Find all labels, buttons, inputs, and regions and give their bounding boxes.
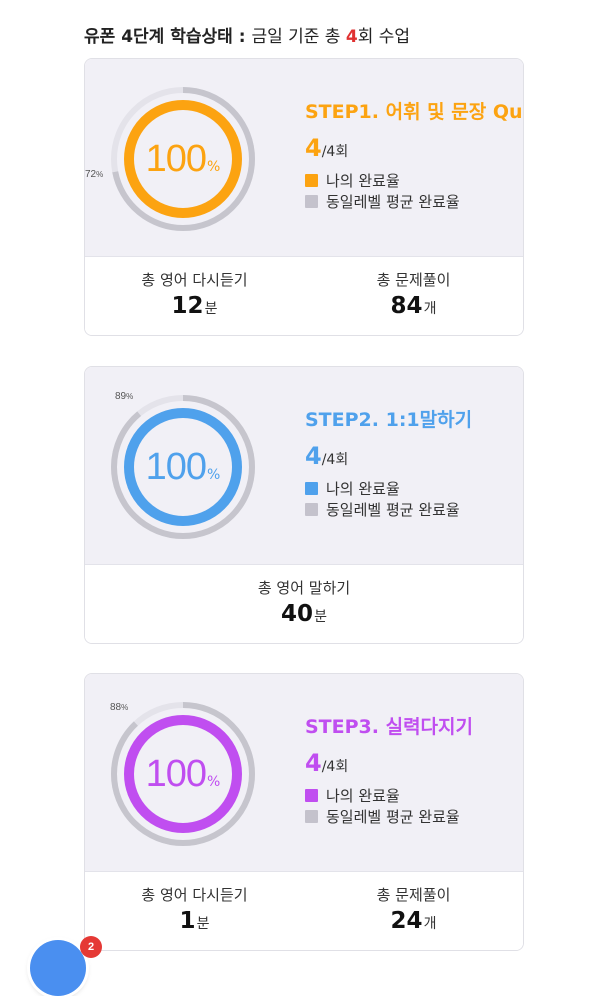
legend-my-rate: 나의 완료율 [305,170,523,191]
stat-value: 12 [171,293,204,319]
lesson-progress: 4/4회 [305,134,523,162]
peer-percent-label: 72% [85,169,103,180]
stat-unit: 개 [423,301,437,317]
stat-label: 총 문제풀이 [376,886,451,904]
legend-swatch-my [305,482,318,495]
legend: 나의 완료율 동일레벨 평균 완료율 [305,785,473,827]
stat-label: 총 문제풀이 [376,271,451,289]
peer-percent-value: 72 [85,169,97,180]
completion-donut: 100% [109,700,257,848]
stat-label: 총 영어 다시듣기 [141,886,248,904]
my-percent-value: 100 [145,752,207,795]
stat-label: 총 영어 다시듣기 [141,271,248,289]
step-card-3: 100% 88% STEP3. 실력다지기 4/4회 나의 완료율 동일레벨 평… [84,673,524,951]
my-percent-unit: % [207,774,221,790]
legend-swatch-my [305,174,318,187]
step-card-stats: 총 영어 말하기 40분 [85,565,523,643]
step-card-1: 100% 72% STEP1. 어휘 및 문장 Quiz 4/4회 나의 완료율… [84,58,524,336]
legend-peer-label: 동일레벨 평균 완료율 [326,193,460,211]
peer-percent-label: 88% [110,702,128,713]
lessons-total: /4회 [321,452,349,468]
stat-value-line: 1분 [85,908,304,934]
lessons-total: /4회 [321,759,349,775]
step-card-stats: 총 영어 다시듣기 12분 총 문제풀이 84개 [85,257,523,335]
stat-speaking: 총 영어 말하기 40분 [85,577,523,627]
step-info: STEP1. 어휘 및 문장 Quiz 4/4회 나의 완료율 동일레벨 평균 … [305,97,524,212]
donut-center: 100% [109,700,257,848]
stat-value: 84 [390,293,423,319]
lesson-progress: 4/4회 [305,442,472,470]
step-card-summary: 100% 89% STEP2. 1:1말하기 4/4회 나의 완료율 동일레벨 … [85,367,523,565]
my-percent-value: 100 [145,445,207,488]
legend-my-rate: 나의 완료율 [305,785,473,806]
legend: 나의 완료율 동일레벨 평균 완료율 [305,478,472,520]
stat-value: 1 [179,908,196,934]
step-card-2: 100% 89% STEP2. 1:1말하기 4/4회 나의 완료율 동일레벨 … [84,366,524,644]
page-header: 유폰 4단계 학습상태 : 금일 기준 총 4회 수업 [84,22,410,47]
stat-unit: 개 [423,916,437,932]
legend-my-label: 나의 완료율 [326,172,400,190]
step-card-summary: 100% 72% STEP1. 어휘 및 문장 Quiz 4/4회 나의 완료율… [85,59,523,257]
step-card-stats: 총 영어 다시듣기 1분 총 문제풀이 24개 [85,872,523,950]
header-colon: : [232,27,252,47]
stat-value-line: 40분 [85,601,523,627]
stat-label: 총 영어 말하기 [257,579,351,597]
completion-donut: 100% [109,393,257,541]
donut-center: 100% [109,393,257,541]
stat-problems: 총 문제풀이 84개 [304,269,523,319]
legend-swatch-peer [305,195,318,208]
legend-peer-rate: 동일레벨 평균 완료율 [305,191,523,212]
legend-swatch-peer [305,503,318,516]
legend-peer-rate: 동일레벨 평균 완료율 [305,806,473,827]
header-subtitle-prefix: 금일 기준 총 [251,27,346,47]
stat-problems: 총 문제풀이 24개 [304,884,523,934]
my-percent-unit: % [207,467,221,483]
legend-peer-rate: 동일레벨 평균 완료율 [305,499,472,520]
peer-percent-unit: % [121,703,129,712]
lesson-count: 4 [345,27,358,47]
stat-relisten: 총 영어 다시듣기 12분 [85,269,304,319]
my-percent-value: 100 [145,137,207,180]
legend-my-label: 나의 완료율 [326,787,400,805]
peer-percent-unit: % [96,170,104,179]
page-title: 유폰 4단계 학습상태 [84,27,233,47]
stat-value-line: 84개 [304,293,523,319]
step-card-summary: 100% 88% STEP3. 실력다지기 4/4회 나의 완료율 동일레벨 평… [85,674,523,872]
lessons-done: 4 [305,442,322,470]
floating-action-button[interactable] [30,940,86,996]
stat-value: 40 [281,601,314,627]
completion-donut: 100% [109,85,257,233]
lessons-total: /4회 [321,144,349,160]
step-info: STEP3. 실력다지기 4/4회 나의 완료율 동일레벨 평균 완료율 [305,712,473,827]
stat-unit: 분 [204,301,218,317]
header-subtitle-suffix: 회 수업 [357,27,411,47]
peer-percent-label: 89% [115,391,133,402]
stat-value-line: 24개 [304,908,523,934]
step-title: STEP1. 어휘 및 문장 Quiz [305,101,524,123]
peer-percent-unit: % [126,392,134,401]
stat-value-line: 12분 [85,293,304,319]
donut-center: 100% [109,85,257,233]
step-title: STEP2. 1:1말하기 [305,409,473,431]
peer-percent-value: 88 [110,702,122,713]
legend-peer-label: 동일레벨 평균 완료율 [326,808,460,826]
stat-relisten: 총 영어 다시듣기 1분 [85,884,304,934]
legend-my-rate: 나의 완료율 [305,478,472,499]
legend-swatch-my [305,789,318,802]
stat-unit: 분 [196,916,210,932]
lesson-progress: 4/4회 [305,749,473,777]
stat-unit: 분 [314,609,327,625]
step-title: STEP3. 실력다지기 [305,716,474,738]
legend-swatch-peer [305,810,318,823]
legend-my-label: 나의 완료율 [326,480,400,498]
step-info: STEP2. 1:1말하기 4/4회 나의 완료율 동일레벨 평균 완료율 [305,405,472,520]
notification-badge: 2 [80,936,102,958]
stat-value: 24 [390,908,423,934]
lessons-done: 4 [305,134,322,162]
legend: 나의 완료율 동일레벨 평균 완료율 [305,170,523,212]
lessons-done: 4 [305,749,322,777]
peer-percent-value: 89 [115,391,127,402]
legend-peer-label: 동일레벨 평균 완료율 [326,501,460,519]
my-percent-unit: % [207,159,221,175]
